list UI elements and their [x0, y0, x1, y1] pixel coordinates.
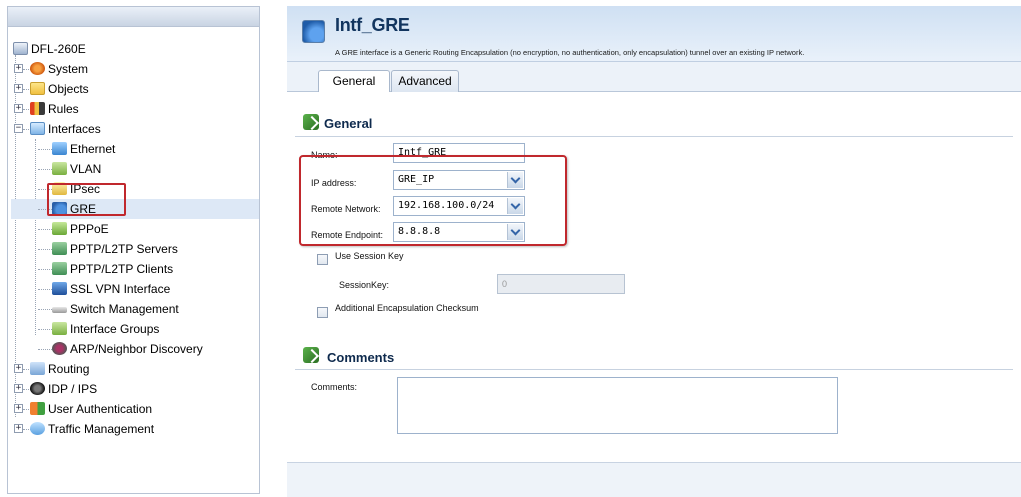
tree-item-interfaces[interactable]: − Interfaces [11, 119, 259, 139]
navigation-tree-panel: DFL-260E + System + Objects + Rules − In… [7, 6, 260, 494]
tree-connector [38, 169, 52, 170]
idp-icon [30, 382, 45, 395]
expand-icon[interactable]: + [14, 64, 23, 73]
tree-connector [38, 149, 52, 150]
expand-icon[interactable]: + [14, 404, 23, 413]
tree-item-vlan[interactable]: VLAN [11, 159, 259, 179]
expand-icon[interactable]: + [14, 424, 23, 433]
encapsulation-checksum-label: Additional Encapsulation Checksum [335, 303, 479, 313]
tree-item-user-authentication[interactable]: + User Authentication [11, 399, 259, 419]
tree-item-switch-management[interactable]: Switch Management [11, 299, 259, 319]
interface-group-icon [52, 322, 67, 335]
tree-connector [38, 329, 52, 330]
tree-item-pptp-l2tp-clients[interactable]: PPTP/L2TP Clients [11, 259, 259, 279]
page-header: Intf_GRE A GRE interface is a Generic Ro… [287, 6, 1021, 62]
tree-item-system[interactable]: + System [11, 59, 259, 79]
tree-connector [38, 269, 52, 270]
gre-annotation-highlight [47, 183, 126, 216]
device-icon [13, 42, 28, 55]
tree-item-pppoe[interactable]: PPPoE [11, 219, 259, 239]
client-icon [52, 262, 67, 275]
navigation-tree: DFL-260E + System + Objects + Rules − In… [8, 27, 259, 439]
expand-icon[interactable]: + [14, 84, 23, 93]
tree-connector [38, 349, 52, 350]
use-session-key-label: Use Session Key [335, 251, 404, 261]
section-arrow-icon [303, 114, 319, 130]
tree-item-routing[interactable]: + Routing [11, 359, 259, 379]
tree-item-arp-neighbor-discovery[interactable]: ARP/Neighbor Discovery [11, 339, 259, 359]
expand-icon[interactable]: + [14, 384, 23, 393]
folder-icon [30, 82, 45, 95]
footer-bar [287, 462, 1021, 497]
rules-icon [30, 102, 45, 115]
tree-panel-toolbar [8, 7, 259, 27]
section-arrow-icon [303, 347, 319, 363]
tree-item-ethernet[interactable]: Ethernet [11, 139, 259, 159]
tree-item-traffic-management[interactable]: + Traffic Management [11, 419, 259, 439]
tree-item-pptp-l2tp-servers[interactable]: PPTP/L2TP Servers [11, 239, 259, 259]
traffic-icon [30, 422, 45, 435]
tree-connector [38, 249, 52, 250]
user-auth-icon [30, 402, 45, 415]
gear-icon [30, 62, 45, 75]
tree-item-interface-groups[interactable]: Interface Groups [11, 319, 259, 339]
tree-root-device[interactable]: DFL-260E [11, 39, 259, 59]
interfaces-folder-icon [30, 122, 45, 135]
pppoe-icon [52, 222, 67, 235]
page-title: Intf_GRE [335, 15, 410, 35]
use-session-key-checkbox[interactable] [317, 254, 328, 265]
tree-item-rules[interactable]: + Rules [11, 99, 259, 119]
gre-interface-icon [302, 20, 325, 43]
form-content: General Name: Intf_GRE IP address: GRE_I… [287, 92, 1021, 462]
tree-connector [38, 229, 52, 230]
app-window: DFL-260E + System + Objects + Rules − In… [0, 0, 1021, 497]
session-key-input[interactable]: 0 [497, 274, 625, 294]
tree-item-idp-ips[interactable]: + IDP / IPS [11, 379, 259, 399]
tab-bar: General Advanced [287, 62, 1021, 93]
section-divider [295, 369, 1013, 370]
section-title-comments: Comments [327, 350, 395, 365]
session-key-label: SessionKey: [339, 280, 390, 290]
section-divider [295, 136, 1013, 137]
tree-connector [38, 309, 52, 310]
switch-icon [52, 307, 67, 313]
expand-icon[interactable]: + [14, 364, 23, 373]
vlan-icon [52, 162, 67, 175]
section-title-general: General [324, 116, 373, 131]
server-icon [52, 242, 67, 255]
config-panel: Intf_GRE A GRE interface is a Generic Ro… [287, 6, 1021, 497]
routing-icon [30, 362, 45, 375]
encapsulation-checksum-checkbox[interactable] [317, 307, 328, 318]
tree-item-ssl-vpn-interface[interactable]: SSL VPN Interface [11, 279, 259, 299]
ssl-vpn-icon [52, 282, 67, 295]
ethernet-icon [52, 142, 67, 155]
comments-label: Comments: [311, 382, 358, 392]
tree-connector [38, 289, 52, 290]
arp-icon [52, 342, 67, 355]
expand-icon[interactable]: + [14, 104, 23, 113]
tab-advanced[interactable]: Advanced [391, 70, 459, 92]
ip-settings-annotation-highlight [299, 155, 567, 246]
page-description: A GRE interface is a Generic Routing Enc… [335, 48, 805, 57]
tree-item-objects[interactable]: + Objects [11, 79, 259, 99]
comments-textarea[interactable] [397, 377, 838, 434]
tab-general[interactable]: General [318, 70, 390, 93]
collapse-icon[interactable]: − [14, 124, 23, 133]
